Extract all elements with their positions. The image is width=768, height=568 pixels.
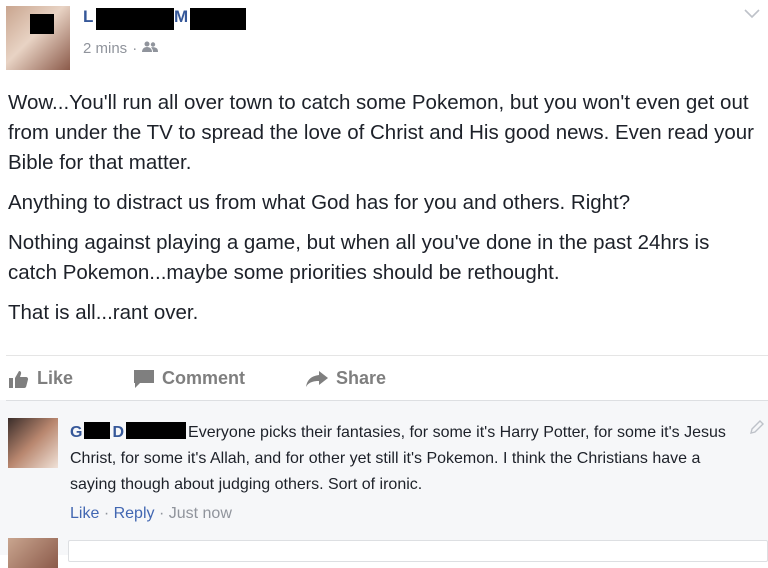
share-arrow-icon: [305, 370, 329, 388]
friends-icon[interactable]: [142, 40, 159, 57]
author-surname-redaction: [190, 8, 246, 30]
commenter-avatar[interactable]: [8, 418, 58, 468]
post-actions: Like Comment Share: [8, 368, 386, 389]
current-user-avatar: [8, 538, 58, 568]
comment-reply-link[interactable]: Reply: [114, 505, 155, 522]
comment-input[interactable]: [68, 540, 768, 562]
comment-author-surname-initial[interactable]: D: [112, 424, 124, 441]
post-paragraph: Nothing against playing a game, but when…: [8, 231, 710, 284]
comment-author-redaction-2: [126, 422, 187, 439]
meta-separator: ·: [158, 505, 165, 522]
post-timestamp[interactable]: 2 mins: [83, 40, 127, 57]
avatar-redaction: [30, 14, 54, 34]
post-paragraph: Anything to distract us from what God ha…: [8, 191, 631, 214]
comment-body: G D Everyone picks their fantasies, for so…: [70, 420, 742, 498]
post-body: Wow...You'll run all over town to catch …: [8, 88, 760, 338]
post-meta: 2 mins ·: [83, 40, 159, 57]
share-button[interactable]: Share: [305, 368, 386, 389]
comment-meta: Like · Reply · Just now: [70, 505, 232, 523]
comment-timestamp[interactable]: Just now: [169, 505, 232, 522]
comment-author-redaction-1: [84, 422, 111, 439]
post-paragraph: That is all...rant over.: [8, 301, 199, 324]
author-avatar[interactable]: [6, 6, 70, 70]
author-name-redaction: [96, 8, 174, 30]
like-button[interactable]: Like: [8, 368, 133, 389]
thumbs-up-icon: [8, 369, 30, 389]
comment-icon: [133, 369, 155, 389]
post-paragraph: Wow...You'll run all over town to catch …: [8, 91, 754, 174]
author-name-surname-initial[interactable]: M: [174, 7, 188, 27]
actions-divider: [6, 355, 768, 356]
comment-button[interactable]: Comment: [133, 368, 305, 389]
comment-label: Comment: [162, 368, 246, 388]
edit-pencil-icon[interactable]: [750, 420, 764, 437]
comment-author-initial[interactable]: G: [70, 424, 82, 441]
share-label: Share: [336, 368, 387, 388]
author-name-initial[interactable]: L: [83, 7, 93, 27]
meta-separator: ·: [132, 40, 138, 57]
like-label: Like: [37, 368, 74, 388]
chevron-down-icon[interactable]: [744, 6, 762, 24]
comments-divider: [6, 400, 768, 401]
comment-like-link[interactable]: Like: [70, 505, 99, 522]
meta-separator: ·: [103, 505, 110, 522]
